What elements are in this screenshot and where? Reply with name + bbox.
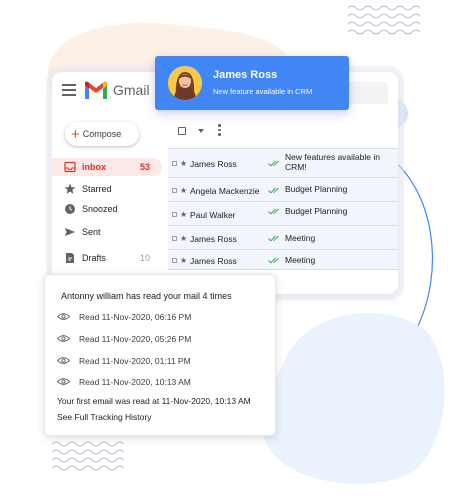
draft-icon <box>66 253 74 263</box>
decorative-lightblue-blob <box>261 313 445 484</box>
sidebar-item-inbox[interactable]: inbox 53 <box>52 158 162 176</box>
star-icon <box>64 183 76 194</box>
sidebar-item-snoozed[interactable]: Snoozed <box>52 200 162 218</box>
eye-icon <box>57 335 70 342</box>
eye-icon <box>57 357 70 364</box>
gmail-wordmark: Gmail <box>113 82 150 98</box>
send-icon <box>65 228 75 236</box>
clock-icon <box>65 204 75 214</box>
mail-row[interactable]: ★ Paul Walker Budget Planning <box>168 202 398 226</box>
star-icon[interactable]: ★ <box>180 159 187 168</box>
mail-subject: Meeting <box>285 233 316 243</box>
mail-row[interactable]: ★ James Ross Meeting <box>168 250 398 270</box>
eye-icon <box>57 378 70 385</box>
star-icon[interactable]: ★ <box>180 210 187 219</box>
read-event-text: Read 11-Nov-2020, 06:16 PM <box>79 312 192 322</box>
double-check-icon <box>268 187 279 194</box>
row-checkbox[interactable] <box>172 212 177 217</box>
sidebar-item-label: Snoozed <box>82 204 118 214</box>
row-checkbox[interactable] <box>172 161 177 166</box>
double-check-icon <box>268 235 279 242</box>
avatar <box>168 66 202 100</box>
gmail-logo-icon <box>85 81 107 99</box>
read-event-text: Read 11-Nov-2020, 01:11 PM <box>79 356 191 366</box>
search-input[interactable] <box>344 82 388 104</box>
star-icon[interactable]: ★ <box>180 234 187 243</box>
unread-count: 53 <box>139 162 150 172</box>
sidebar-item-starred[interactable]: Starred <box>52 180 162 198</box>
mail-row[interactable]: ★ James Ross Meeting <box>168 226 398 250</box>
sidebar-item-label: Sent <box>82 227 101 237</box>
mail-sender: James Ross <box>190 159 237 169</box>
row-checkbox[interactable] <box>172 236 177 241</box>
notification-message: New feature available in CRM <box>213 87 313 96</box>
mail-subject: Budget Planning <box>285 206 348 216</box>
row-checkbox[interactable] <box>172 258 177 263</box>
mail-subject: New features available in CRM! <box>285 152 380 172</box>
sidebar-item-sent[interactable]: Sent <box>52 223 162 241</box>
sidebar-item-label: Drafts <box>82 253 107 263</box>
double-check-icon <box>268 208 279 215</box>
mail-list: ★ James Ross New features available in C… <box>168 148 398 270</box>
mail-row[interactable]: ★ Angela Mackenzie Budget Planning <box>168 178 398 202</box>
mail-sender: Angela Mackenzie <box>190 186 260 196</box>
first-read-summary: Your first email was read at 11-Nov-2020… <box>57 396 251 406</box>
compose-button[interactable]: + Compose <box>65 122 139 146</box>
mail-sender: James Ross <box>190 234 237 244</box>
double-check-icon <box>268 257 279 264</box>
star-icon[interactable]: ★ <box>180 186 187 195</box>
new-mail-notification[interactable]: James Ross New feature available in CRM <box>155 56 349 110</box>
sidebar-item-label: Starred <box>82 184 112 194</box>
sidebar-item-drafts[interactable]: Drafts 10 <box>52 249 162 267</box>
eye-icon <box>57 313 70 320</box>
tracking-title: Antonny william has read your mail 4 tim… <box>61 291 232 301</box>
drafts-count: 10 <box>139 253 150 263</box>
select-all-checkbox[interactable] <box>178 127 186 135</box>
mail-row[interactable]: ★ James Ross New features available in C… <box>168 148 398 178</box>
menu-icon[interactable] <box>62 84 76 96</box>
sidebar-item-label: inbox <box>82 162 106 172</box>
read-tracking-card: Antonny william has read your mail 4 tim… <box>44 274 276 436</box>
row-checkbox[interactable] <box>172 188 177 193</box>
notification-sender: James Ross <box>213 69 278 81</box>
decorative-wave-lines <box>347 5 421 35</box>
read-event-text: Read 11-Nov-2020, 10:13 AM <box>79 377 191 387</box>
compose-label: Compose <box>82 129 122 139</box>
full-tracking-history-link[interactable]: See Full Tracking History <box>57 412 151 422</box>
plus-icon: + <box>71 125 80 143</box>
mail-sender: Paul Walker <box>190 210 236 220</box>
read-event-text: Read 11-Nov-2020, 05:26 PM <box>79 334 192 344</box>
double-check-icon <box>268 160 279 167</box>
chevron-down-icon[interactable] <box>198 129 204 133</box>
more-options-icon[interactable] <box>218 124 222 138</box>
inbox-icon <box>64 161 76 173</box>
star-icon[interactable]: ★ <box>180 256 187 265</box>
mail-subject: Meeting <box>285 255 316 265</box>
mail-sender: James Ross <box>190 256 237 266</box>
mail-subject: Budget Planning <box>285 184 348 194</box>
decorative-wave-lines <box>51 441 125 471</box>
